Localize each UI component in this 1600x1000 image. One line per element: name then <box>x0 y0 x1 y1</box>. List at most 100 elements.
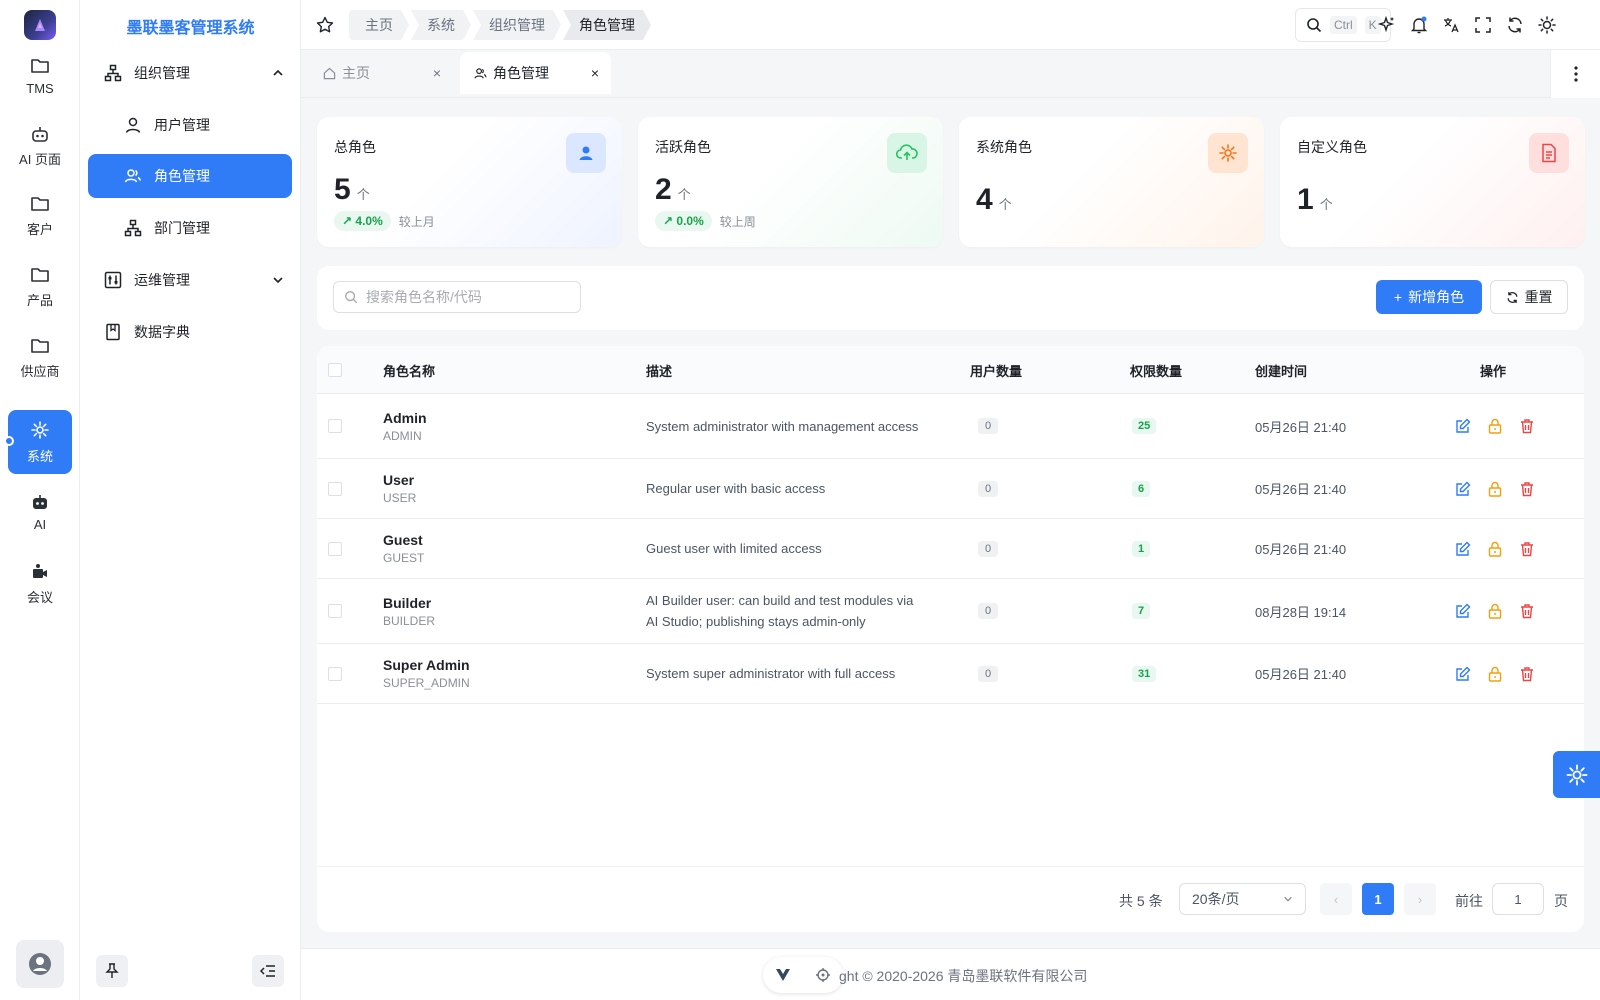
user-avatar[interactable] <box>16 940 64 988</box>
table-row[interactable]: Super Admin SUPER_ADMIN System super admin… <box>317 644 1584 704</box>
reset-button[interactable]: 重置 <box>1490 280 1568 314</box>
page-number-button[interactable]: 1 <box>1362 883 1394 915</box>
rail-item-label: 供应商 <box>20 363 60 379</box>
row-checkbox[interactable] <box>328 579 342 643</box>
tabs-more-button[interactable] <box>1550 50 1600 98</box>
user-icon <box>566 133 606 173</box>
card-number: 4 <box>976 183 993 216</box>
role-code: BUILDER <box>383 613 436 628</box>
edit-icon[interactable] <box>1454 480 1472 498</box>
theme-sun-icon[interactable] <box>1537 15 1557 35</box>
prev-page-button[interactable]: ‹ <box>1320 883 1352 915</box>
trend-badge: ↗ 0.0% <box>655 211 712 231</box>
vue-devtools-icon[interactable] <box>775 968 791 982</box>
refresh-icon[interactable] <box>1505 15 1525 35</box>
menu-group-org[interactable]: 组织管理 <box>104 51 284 95</box>
menu-item-users[interactable]: 用户管理 <box>124 103 284 147</box>
table-row[interactable]: Guest GUEST Guest user with limited access… <box>317 519 1584 579</box>
pagination: 共 5 条 20条/页 ‹ 1 › 前往 1 页 <box>317 866 1584 932</box>
favorite-star-icon[interactable] <box>315 15 335 35</box>
lock-icon[interactable] <box>1486 602 1504 620</box>
table-row[interactable]: Builder BUILDER AI Builder user: can build… <box>317 579 1584 644</box>
rail-item-label: AI <box>33 516 47 532</box>
row-checkbox[interactable] <box>328 394 342 458</box>
lock-icon[interactable] <box>1486 480 1504 498</box>
trend-note: 较上月 <box>398 214 435 229</box>
menu-item-departments[interactable]: 部门管理 <box>124 206 284 250</box>
notification-bell-icon[interactable] <box>1409 15 1429 35</box>
next-page-button[interactable]: › <box>1404 883 1436 915</box>
sparkle-icon[interactable] <box>1377 15 1397 35</box>
cloud-upload-icon <box>887 133 927 173</box>
roles-icon <box>474 67 487 80</box>
fullscreen-icon[interactable] <box>1473 15 1493 35</box>
rail-item-suppliers[interactable]: 供应商 <box>8 326 72 390</box>
menu-item-dictionary[interactable]: 数据字典 <box>104 310 284 354</box>
column-header-perms: 权限数量 <box>1130 363 1183 379</box>
stat-card-active-roles: 活跃角色 2 个 ↗ 0.0% 较上周 <box>638 117 943 247</box>
gear-icon <box>1208 133 1248 173</box>
settings-float-button[interactable] <box>1553 751 1600 798</box>
app-logo[interactable] <box>24 10 56 40</box>
breadcrumb-item[interactable]: 主页 <box>349 10 409 40</box>
role-name: Guest <box>383 532 423 548</box>
edit-icon[interactable] <box>1454 602 1472 620</box>
tab-roles[interactable]: 角色管理 × <box>460 52 611 94</box>
menu-item-roles[interactable]: 角色管理 <box>88 154 292 198</box>
role-name-cell: Admin ADMIN <box>383 394 427 458</box>
delete-icon[interactable] <box>1518 540 1536 558</box>
edit-icon[interactable] <box>1454 417 1472 435</box>
lock-icon[interactable] <box>1486 417 1504 435</box>
user-count-badge: 0 <box>978 480 999 497</box>
column-header-users: 用户数量 <box>970 363 1023 379</box>
lock-icon[interactable] <box>1486 665 1504 683</box>
breadcrumb-item[interactable]: 组织管理 <box>473 10 561 40</box>
role-description: System super administrator with full acc… <box>646 666 896 681</box>
target-icon[interactable] <box>815 967 831 983</box>
select-all-checkbox[interactable] <box>328 346 342 394</box>
table-row[interactable]: Admin ADMIN System administrator with mana… <box>317 394 1584 459</box>
rail-item-products[interactable]: 产品 <box>8 255 72 319</box>
close-tab-icon[interactable]: × <box>591 65 599 81</box>
menu-group-ops[interactable]: 运维管理 <box>104 258 284 302</box>
tab-home[interactable]: 主页 × <box>309 52 453 94</box>
tab-label: 主页 <box>342 65 370 81</box>
table-row[interactable]: User USER Regular user with basic access 0 6… <box>317 459 1584 519</box>
active-indicator-dot <box>4 436 14 446</box>
column-header-name[interactable]: 角色名称 <box>383 346 435 394</box>
row-checkbox[interactable] <box>328 519 342 578</box>
delete-icon[interactable] <box>1518 602 1536 620</box>
role-name: Super Admin <box>383 657 470 673</box>
lock-icon[interactable] <box>1486 540 1504 558</box>
rail-item-customers[interactable]: 客户 <box>8 184 72 248</box>
user-count-cell: 0 <box>978 394 999 458</box>
edit-icon[interactable] <box>1454 665 1472 683</box>
row-checkbox[interactable] <box>328 644 342 703</box>
column-header-created[interactable]: 创建时间 <box>1255 346 1307 394</box>
rail-item-meeting[interactable]: 会议 <box>8 552 72 616</box>
translate-icon[interactable] <box>1441 15 1461 35</box>
page-size-select[interactable]: 20条/页 <box>1179 883 1306 915</box>
add-role-button[interactable]: + 新增角色 <box>1376 280 1482 314</box>
delete-icon[interactable] <box>1518 480 1536 498</box>
delete-icon[interactable] <box>1518 665 1536 683</box>
role-name-cell: Super Admin SUPER_ADMIN <box>383 644 470 703</box>
rail-item-system[interactable]: 系统 <box>8 410 72 474</box>
goto-page-input[interactable]: 1 <box>1492 883 1544 915</box>
card-unit: 个 <box>998 197 1012 212</box>
edit-icon[interactable] <box>1454 540 1472 558</box>
role-search-input[interactable]: 搜索角色名称/代码 <box>333 281 581 313</box>
rail-item-ai-page[interactable]: AI 页面 <box>8 114 72 178</box>
rail-item-ai[interactable]: AI <box>8 480 72 544</box>
collapse-sidebar-button[interactable] <box>252 955 284 987</box>
app-rail: TMS AI 页面 客户 产品 供应商 系统 AI 会议 <box>0 0 80 1000</box>
rail-item-tms[interactable]: TMS <box>8 44 72 108</box>
row-checkbox[interactable] <box>328 459 342 518</box>
breadcrumb-item[interactable]: 系统 <box>411 10 471 40</box>
reset-label: 重置 <box>1524 289 1553 305</box>
created-time-cell: 05月26日 21:40 <box>1255 542 1347 557</box>
close-tab-icon[interactable]: × <box>433 65 441 81</box>
perm-count-badge: 31 <box>1132 665 1157 682</box>
delete-icon[interactable] <box>1518 417 1536 435</box>
pin-sidebar-button[interactable] <box>96 955 128 987</box>
